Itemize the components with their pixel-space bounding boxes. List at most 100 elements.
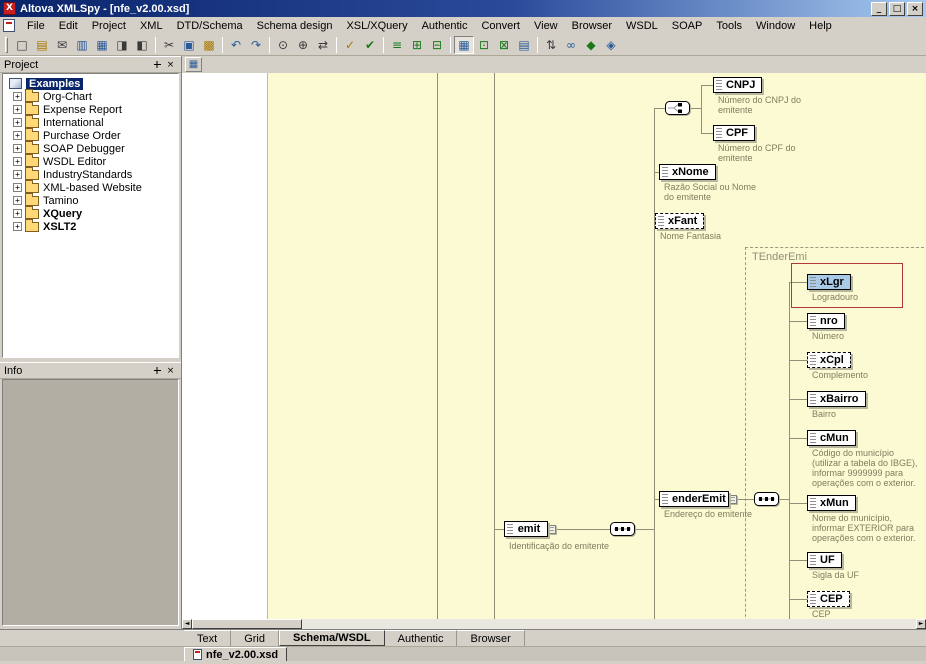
file-tab-nfe[interactable]: nfe_v2.00.xsd: [184, 647, 287, 662]
expand-icon[interactable]: +: [13, 144, 22, 153]
expand-icon[interactable]: +: [13, 196, 22, 205]
tree-item-label[interactable]: XML-based Website: [43, 182, 142, 194]
schema-element-cmun[interactable]: cMun: [807, 430, 856, 446]
document-icon[interactable]: [3, 19, 15, 32]
menu-window[interactable]: Window: [749, 19, 802, 33]
schema-element-xbairro[interactable]: xBairro: [807, 391, 866, 407]
minimize-button[interactable]: _: [871, 2, 887, 16]
expand-icon[interactable]: +: [13, 209, 22, 218]
find-next-icon[interactable]: ⊕: [293, 36, 313, 54]
scrollbar-thumb[interactable]: [192, 619, 302, 629]
pretty-print-icon[interactable]: ≡: [387, 36, 407, 54]
schema-design-view-icon[interactable]: ▤: [514, 36, 534, 54]
print-preview-icon[interactable]: ◧: [132, 36, 152, 54]
scroll-right-button[interactable]: ►: [916, 619, 926, 629]
schema-element-xmun[interactable]: xMun: [807, 495, 856, 511]
tree-item-label[interactable]: Expense Report: [43, 104, 122, 116]
menu-convert[interactable]: Convert: [474, 19, 527, 33]
component-properties-icon[interactable]: ◆: [581, 36, 601, 54]
tab-text[interactable]: Text: [184, 630, 231, 646]
replace-icon[interactable]: ⇄: [313, 36, 333, 54]
menu-schema-design[interactable]: Schema design: [250, 19, 340, 33]
tree-item-label[interactable]: XSLT2: [43, 221, 76, 233]
close-button[interactable]: ×: [907, 2, 923, 16]
maximize-button[interactable]: □: [889, 2, 905, 16]
close-panel-icon[interactable]: ×: [164, 59, 177, 71]
menu-help[interactable]: Help: [802, 19, 839, 33]
expand-icon[interactable]: +: [13, 222, 22, 231]
database-import-icon[interactable]: ⇅: [541, 36, 561, 54]
menu-xml[interactable]: XML: [133, 19, 170, 33]
menu-dtd-schema[interactable]: DTD/Schema: [170, 19, 250, 33]
menu-edit[interactable]: Edit: [52, 19, 85, 33]
tab-browser[interactable]: Browser: [457, 630, 524, 646]
expand-handle[interactable]: [728, 495, 737, 504]
choice-compositor-icon[interactable]: [665, 101, 690, 118]
expand-icon[interactable]: +: [13, 118, 22, 127]
expand-icon[interactable]: +: [13, 92, 22, 101]
schema-element-xcpl[interactable]: xCpl: [807, 352, 851, 368]
find-icon[interactable]: ⊙: [273, 36, 293, 54]
close-panel-icon[interactable]: ×: [164, 365, 177, 377]
expand-icon[interactable]: +: [13, 170, 22, 179]
copy-icon[interactable]: ▣: [179, 36, 199, 54]
undo-icon[interactable]: ↶: [226, 36, 246, 54]
menu-project[interactable]: Project: [85, 19, 133, 33]
schema-element-cpf[interactable]: CPF: [713, 125, 755, 141]
schema-element-nro[interactable]: nro: [807, 313, 845, 329]
tree-item-label[interactable]: Tamino: [43, 195, 78, 207]
menu-view[interactable]: View: [527, 19, 565, 33]
schema-element-enderemit[interactable]: enderEmit: [659, 491, 729, 507]
expand-handle[interactable]: [547, 525, 556, 534]
open-file-icon[interactable]: ▤: [32, 36, 52, 54]
tree-item-label[interactable]: Examples: [26, 78, 83, 90]
horizontal-scrollbar[interactable]: ◄ ►: [182, 619, 926, 629]
pin-icon[interactable]: [151, 365, 164, 377]
sequence-compositor-icon[interactable]: [754, 492, 779, 509]
pin-icon[interactable]: [151, 59, 164, 71]
scroll-left-button[interactable]: ◄: [182, 619, 192, 629]
schema-element-xlgr[interactable]: xLgr: [807, 274, 851, 290]
schema-element-cnpj[interactable]: CNPJ: [713, 77, 762, 93]
tab-grid[interactable]: Grid: [231, 630, 279, 646]
save-file-icon[interactable]: ▥: [72, 36, 92, 54]
delete-row-icon[interactable]: ⊟: [427, 36, 447, 54]
schema-element-xnome[interactable]: xNome: [659, 164, 716, 180]
sequence-compositor-icon[interactable]: [610, 522, 635, 539]
menu-tools[interactable]: Tools: [709, 19, 749, 33]
tree-item-label[interactable]: XQuery: [43, 208, 82, 220]
tree-item-label[interactable]: WSDL Editor: [43, 156, 106, 168]
options-icon[interactable]: ◈: [601, 36, 621, 54]
schema-element-xfant[interactable]: xFant: [655, 213, 704, 229]
mail-send-icon[interactable]: ✉: [52, 36, 72, 54]
tree-item-label[interactable]: IndustryStandards: [43, 169, 132, 181]
menu-wsdl[interactable]: WSDL: [619, 19, 665, 33]
create-reference-icon[interactable]: ∞: [561, 36, 581, 54]
menu-xsl-xquery[interactable]: XSL/XQuery: [339, 19, 414, 33]
toolbar-grip[interactable]: [5, 37, 8, 53]
schema-diagram-canvas[interactable]: TEnderEmi: [182, 73, 926, 619]
validate-icon[interactable]: ✔: [360, 36, 380, 54]
menu-file[interactable]: File: [20, 19, 52, 33]
cut-icon[interactable]: ✂: [159, 36, 179, 54]
redo-icon[interactable]: ↷: [246, 36, 266, 54]
tab-authentic[interactable]: Authentic: [385, 630, 458, 646]
save-all-icon[interactable]: ▦: [92, 36, 112, 54]
menu-browser[interactable]: Browser: [565, 19, 619, 33]
tree-item-label[interactable]: International: [43, 117, 104, 129]
check-well-formed-icon[interactable]: ✓: [340, 36, 360, 54]
tree-item-label[interactable]: Purchase Order: [43, 130, 121, 142]
expand-icon[interactable]: +: [13, 105, 22, 114]
insert-row-icon[interactable]: ⊞: [407, 36, 427, 54]
tree-item-label[interactable]: Org-Chart: [43, 91, 92, 103]
collapse-all-icon[interactable]: ⊠: [494, 36, 514, 54]
project-item-xslt2[interactable]: + XSLT2: [3, 220, 178, 233]
schema-overview-button[interactable]: ▦: [185, 57, 202, 72]
schema-element-cep[interactable]: CEP: [807, 591, 850, 607]
grid-view-icon[interactable]: ▦: [454, 36, 474, 54]
expand-icon[interactable]: +: [13, 157, 22, 166]
new-file-icon[interactable]: □: [12, 36, 32, 54]
expand-all-icon[interactable]: ⊡: [474, 36, 494, 54]
tree-item-label[interactable]: SOAP Debugger: [43, 143, 125, 155]
menu-soap[interactable]: SOAP: [665, 19, 710, 33]
